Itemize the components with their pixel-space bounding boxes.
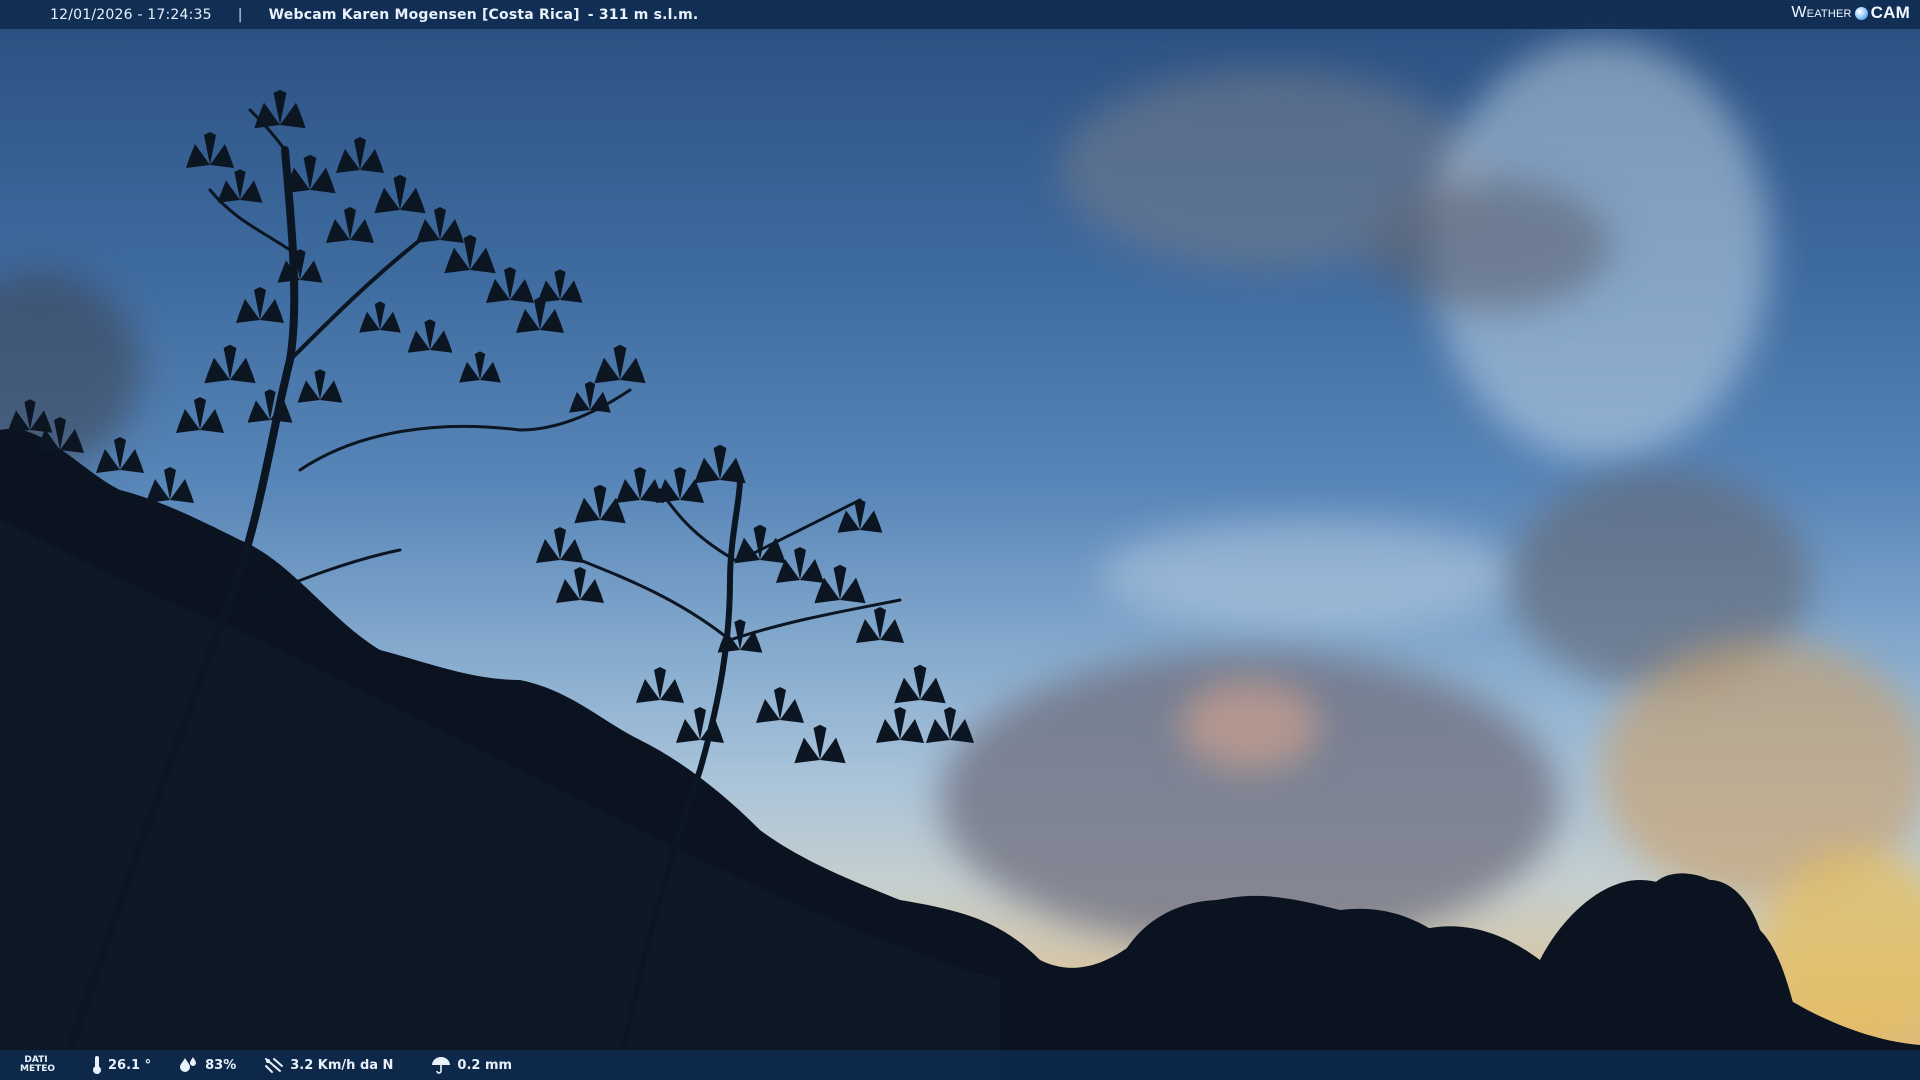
umbrella-icon (431, 1056, 451, 1074)
temperature-reading: 26.1 ° (92, 1055, 151, 1075)
brand-word-cam: CAM (1870, 3, 1910, 22)
brand-word-weather: Weather (1791, 4, 1852, 21)
humidity-reading: 83% (179, 1056, 236, 1074)
rain-value: 0.2 mm (457, 1057, 513, 1073)
altitude: - 311 m s.l.m. (587, 6, 699, 23)
droplets-icon (179, 1056, 199, 1074)
tree-silhouette (0, 89, 1920, 1080)
header-separator: | (237, 6, 243, 23)
temperature-value: 26.1 ° (108, 1057, 152, 1073)
globe-icon (1854, 6, 1868, 20)
wind-value: 3.2 Km/h da N (290, 1057, 394, 1073)
rain-reading: 0.2 mm (431, 1056, 512, 1074)
weather-data-bar: DATI METEO 26.1 ° 83% 3.2 Km/h da N 0.2 … (0, 1050, 1920, 1080)
webcam-title: Webcam Karen Mogensen [Costa Rica] (268, 6, 580, 23)
wind-icon (264, 1056, 284, 1074)
wind-reading: 3.2 Km/h da N (264, 1056, 393, 1074)
timestamp: 12/01/2026 - 17:24:35 (50, 6, 212, 23)
header-bar: 12/01/2026 - 17:24:35 | Webcam Karen Mog… (0, 0, 1920, 29)
thermometer-icon (92, 1055, 102, 1075)
weathercam-logo: Weather CAM (1791, 3, 1910, 23)
meteo-label: DATI METEO (20, 1055, 56, 1074)
humidity-value: 83% (205, 1057, 237, 1073)
webcam-viewport: 12/01/2026 - 17:24:35 | Webcam Karen Mog… (0, 0, 1920, 1080)
